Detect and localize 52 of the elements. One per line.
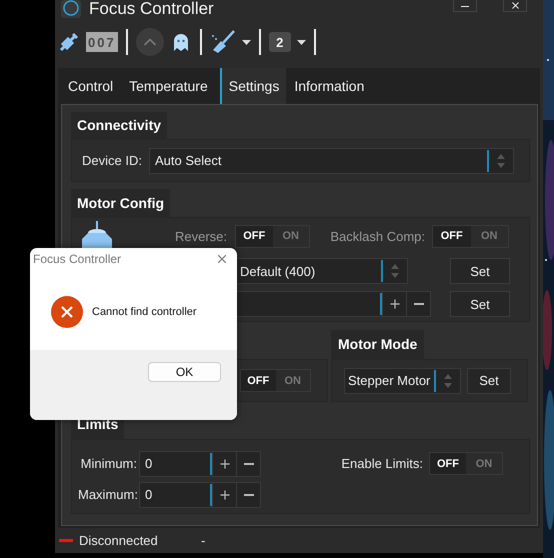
set-button[interactable]: Set: [450, 291, 510, 317]
off-on-toggle[interactable]: OFF ON: [240, 369, 311, 392]
status-detail: -: [201, 533, 206, 548]
counter-display[interactable]: 007: [86, 32, 118, 52]
tab[interactable]: Temperature: [121, 68, 216, 104]
close-icon: [510, 0, 520, 11]
minus-icon: [244, 494, 254, 496]
window-title: Focus Controller: [89, 0, 214, 17]
error-icon: [51, 296, 83, 328]
plus-icon: [218, 456, 232, 470]
off-on-toggle[interactable]: OFF ON: [235, 224, 310, 248]
minus-icon: [244, 462, 254, 464]
step-select[interactable]: Default (400): [234, 258, 408, 284]
up-button[interactable]: [136, 28, 164, 56]
close-icon[interactable]: [215, 252, 229, 266]
tab[interactable]: Information: [286, 68, 372, 104]
set-button[interactable]: Set: [467, 368, 511, 394]
off-on-toggle[interactable]: OFF ON: [429, 452, 503, 475]
broom-icon[interactable]: [210, 30, 236, 54]
number-field[interactable]: 0: [139, 482, 261, 508]
group-title: Connectivity: [71, 112, 168, 139]
number-field[interactable]: [234, 291, 431, 317]
mode-select[interactable]: Stepper Motor: [344, 368, 461, 394]
field-label: Minimum:: [80, 456, 137, 471]
minimize-icon: [461, 6, 469, 7]
plus-icon: [388, 297, 402, 311]
group-title: Motor Config: [71, 189, 170, 217]
status-text: Disconnected: [79, 533, 159, 548]
close-button[interactable]: [503, 0, 527, 12]
group-title: Motor Mode: [331, 330, 424, 359]
number-field[interactable]: 0: [139, 450, 261, 476]
plug-icon[interactable]: [58, 31, 80, 53]
field-label: Device ID:: [82, 153, 142, 168]
field-label: Enable Limits:: [340, 456, 423, 471]
app-logo-icon: [61, 0, 81, 18]
tab[interactable]: Control: [60, 68, 122, 104]
device-select[interactable]: Auto Select: [148, 148, 514, 174]
tab[interactable]: Settings: [220, 68, 286, 104]
dialog-message: Cannot find controller: [92, 306, 197, 318]
profile-button[interactable]: 2: [268, 32, 291, 52]
caret-icon[interactable]: [242, 40, 251, 44]
minimize-button[interactable]: [453, 0, 477, 12]
dialog-title: Focus Controller: [33, 252, 122, 266]
set-button[interactable]: Set: [450, 258, 510, 284]
plus-icon: [218, 488, 232, 502]
minus-icon: [414, 303, 424, 305]
off-on-toggle[interactable]: OFF ON: [432, 224, 509, 248]
field-label: Reverse:: [174, 228, 227, 244]
ok-button[interactable]: OK: [148, 362, 221, 382]
caret-icon[interactable]: [296, 40, 306, 44]
field-label: Backlash Comp:: [329, 228, 425, 244]
field-label: Maximum:: [78, 487, 137, 502]
